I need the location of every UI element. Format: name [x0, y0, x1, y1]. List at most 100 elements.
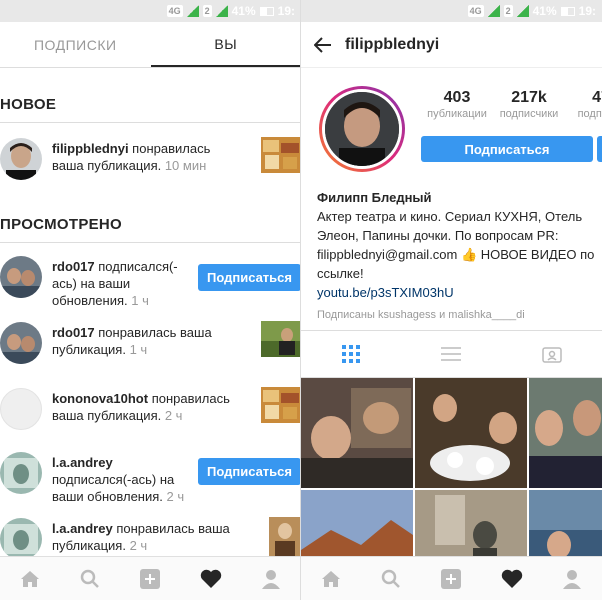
avatar[interactable]	[0, 388, 42, 430]
notification-time: 2 ч	[161, 408, 183, 423]
tab-you[interactable]: ВЫ	[150, 22, 300, 67]
back-arrow-icon[interactable]	[301, 22, 345, 68]
notification-message: подписался(-ась) на ваши обновления.	[52, 472, 175, 504]
avatar[interactable]	[0, 322, 42, 364]
bio-link[interactable]: youtu.be/p3sTXIM03hU	[317, 283, 602, 302]
sim-badge: 2	[202, 5, 212, 17]
profile-avatar[interactable]	[319, 86, 405, 172]
bottom-nav	[301, 556, 602, 600]
home-icon[interactable]	[320, 568, 342, 590]
notification-user[interactable]: kononova10hot	[52, 391, 148, 406]
notification-time: 2 ч	[125, 538, 148, 553]
notification-user[interactable]: rdo017	[52, 325, 95, 340]
stat-posts[interactable]: 403 публикации	[421, 88, 493, 120]
profile-screen: 4G 2 41% 19: filippblednyi 403 публикации…	[301, 0, 602, 600]
notification-item[interactable]: l.a.andrey подписался(-ась) на ваши обно…	[0, 446, 300, 506]
search-icon[interactable]	[380, 568, 402, 590]
following-label: подписки	[577, 108, 602, 120]
avatar[interactable]	[0, 452, 42, 494]
signal-icon	[516, 5, 529, 17]
notification-time: 1 ч	[125, 342, 148, 357]
heart-icon[interactable]	[200, 568, 222, 590]
notification-user[interactable]: l.a.andrey	[52, 455, 113, 470]
profile-icon[interactable]	[561, 568, 583, 590]
clock: 19:	[578, 4, 596, 18]
notification-time: 1 ч	[127, 293, 149, 308]
stat-following[interactable]: 47 подписки	[565, 88, 602, 120]
notification-item[interactable]: filippblednyi понравилась ваша публикаци…	[0, 132, 300, 192]
stat-followers[interactable]: 217k подписчики	[493, 88, 565, 120]
divider	[0, 242, 300, 243]
network-badge: 4G	[467, 5, 484, 17]
signal-icon	[215, 5, 228, 17]
post-thumbnail[interactable]	[261, 321, 300, 357]
search-icon[interactable]	[79, 568, 101, 590]
battery-icon	[560, 6, 575, 16]
notification-text: rdo017 подписался(-ась) на ваши обновлен…	[52, 258, 192, 309]
profile-stats: 403 публикации 217k подписчики 47 подписки	[421, 88, 602, 120]
followed-by-text[interactable]: Подписаны ksushagess и malishka____di	[317, 306, 602, 325]
signal-icon	[487, 5, 500, 17]
section-seen-title: ПРОСМОТРЕНО	[0, 216, 123, 233]
profile-view-tabs	[301, 330, 602, 378]
notification-item[interactable]: rdo017 подписался(-ась) на ваши обновлен…	[0, 250, 300, 310]
status-bar: 4G 2 41% 19:	[0, 0, 300, 22]
battery-icon	[259, 6, 274, 16]
notification-item[interactable]: rdo017 понравилась ваша публикация. 1 ч	[0, 316, 300, 376]
clock: 19:	[277, 4, 295, 18]
notification-text: l.a.andrey подписался(-ась) на ваши обно…	[52, 454, 192, 505]
signal-icon	[186, 5, 199, 17]
notification-user[interactable]: rdo017	[52, 259, 95, 274]
notification-user[interactable]: l.a.andrey	[52, 521, 113, 536]
network-badge: 4G	[166, 5, 183, 17]
grid-photo[interactable]	[301, 378, 413, 488]
posts-count: 403	[443, 89, 471, 106]
heart-icon[interactable]	[501, 568, 523, 590]
grid-view-icon[interactable]	[340, 343, 362, 365]
tab-following[interactable]: ПОДПИСКИ	[0, 22, 151, 67]
notification-time: 10 мин	[161, 158, 207, 173]
grid-photo[interactable]	[415, 378, 527, 488]
notification-time: 2 ч	[162, 489, 185, 504]
profile-username: filippblednyi	[345, 35, 440, 53]
posts-label: публикации	[427, 108, 487, 120]
section-new-title: НОВОЕ	[0, 96, 57, 113]
notification-item[interactable]: kononova10hot понравилась ваша публикаци…	[0, 382, 300, 442]
post-thumbnail[interactable]	[269, 517, 300, 557]
followers-label: подписчики	[499, 108, 559, 120]
following-count: 47	[592, 89, 602, 106]
follow-button[interactable]: Подписаться	[198, 458, 300, 485]
post-thumbnail[interactable]	[261, 387, 300, 423]
profile-follow-button[interactable]: Подписаться	[421, 136, 593, 162]
add-icon[interactable]	[440, 568, 462, 590]
list-view-icon[interactable]	[440, 343, 462, 365]
avatar[interactable]	[0, 518, 42, 560]
notification-text: rdo017 понравилась ваша публикация. 1 ч	[52, 324, 232, 358]
grid-photo[interactable]	[529, 378, 602, 488]
follow-button[interactable]: Подписаться	[198, 264, 300, 291]
battery-percent: 41%	[532, 4, 557, 18]
bottom-nav	[0, 556, 300, 600]
battery-percent: 41%	[231, 4, 256, 18]
profile-bio: Филипп Бледный Актер театра и кино. Сери…	[317, 188, 602, 325]
post-thumbnail[interactable]	[261, 137, 300, 173]
notification-text: kononova10hot понравилась ваша публикаци…	[52, 390, 232, 424]
profile-full-name: Филипп Бледный	[317, 190, 432, 205]
notification-user[interactable]: filippblednyi	[52, 141, 129, 156]
avatar[interactable]	[0, 138, 42, 180]
home-icon[interactable]	[19, 568, 41, 590]
activity-screen: 4G 2 41% 19: ПОДПИСКИ ВЫ НОВОЕ filippble…	[0, 0, 301, 600]
notification-text: l.a.andrey понравилась ваша публикация. …	[52, 520, 232, 554]
avatar[interactable]	[0, 256, 42, 298]
profile-header: filippblednyi	[301, 22, 602, 68]
tagged-photos-icon[interactable]	[541, 343, 563, 365]
status-bar: 4G 2 41% 19:	[301, 0, 602, 22]
divider	[0, 122, 300, 123]
profile-icon[interactable]	[260, 568, 282, 590]
suggestions-button[interactable]	[597, 136, 602, 162]
add-icon[interactable]	[139, 568, 161, 590]
sim-badge: 2	[503, 5, 513, 17]
bio-text: Актер театра и кино. Сериал КУХНЯ, Отель…	[317, 209, 595, 281]
followers-count: 217k	[511, 89, 547, 106]
activity-tabs: ПОДПИСКИ ВЫ	[0, 22, 300, 68]
